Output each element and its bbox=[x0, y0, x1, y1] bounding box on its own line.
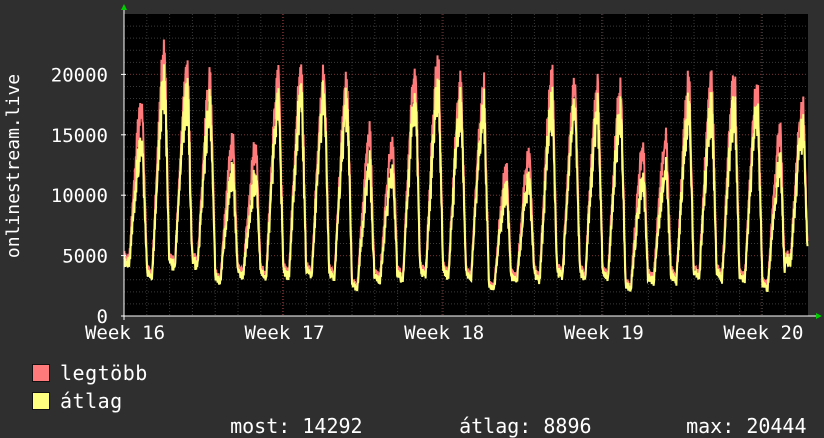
legend-item-max: legtöbb bbox=[32, 361, 148, 385]
x-axis-arrow bbox=[816, 313, 822, 319]
y-axis-arrow bbox=[121, 4, 127, 10]
legend-label-avg: átlag bbox=[60, 389, 123, 413]
stat-max-value: 20444 bbox=[746, 414, 807, 438]
legend-item-avg: átlag bbox=[32, 389, 123, 413]
traffic-chart: 05000100001500020000Week 16 Week 17 Week 1… bbox=[3, 4, 822, 344]
x-tick-label: Week 16 bbox=[85, 322, 165, 344]
y-tick-label: 10000 bbox=[51, 185, 108, 207]
y-tick-label: 5000 bbox=[62, 246, 108, 268]
stat-average-value: 8896 bbox=[543, 414, 592, 438]
stat-average-label: átlag: bbox=[459, 414, 532, 438]
stat-max-label: max: bbox=[686, 414, 735, 438]
y-tick-label: 20000 bbox=[51, 64, 108, 86]
y-tick-label: 15000 bbox=[51, 125, 108, 147]
x-tick-label: Week 18 bbox=[404, 322, 484, 344]
stat-current-label: most: bbox=[230, 414, 291, 438]
stat-current: most: 14292 bbox=[206, 390, 363, 438]
legend-label-max: legtöbb bbox=[60, 361, 148, 385]
stat-current-value: 14292 bbox=[302, 414, 363, 438]
stat-average: átlag: 8896 bbox=[435, 390, 592, 438]
x-tick-label: Week 19 bbox=[564, 322, 644, 344]
x-tick-label: Week 17 bbox=[245, 322, 325, 344]
x-tick-label: Week 20 bbox=[723, 322, 803, 344]
stat-max: max: 20444 bbox=[662, 390, 807, 438]
y-axis-label: onlinestream.live bbox=[3, 74, 24, 258]
avg-series-swatch bbox=[32, 392, 50, 410]
max-series-swatch bbox=[32, 364, 50, 382]
